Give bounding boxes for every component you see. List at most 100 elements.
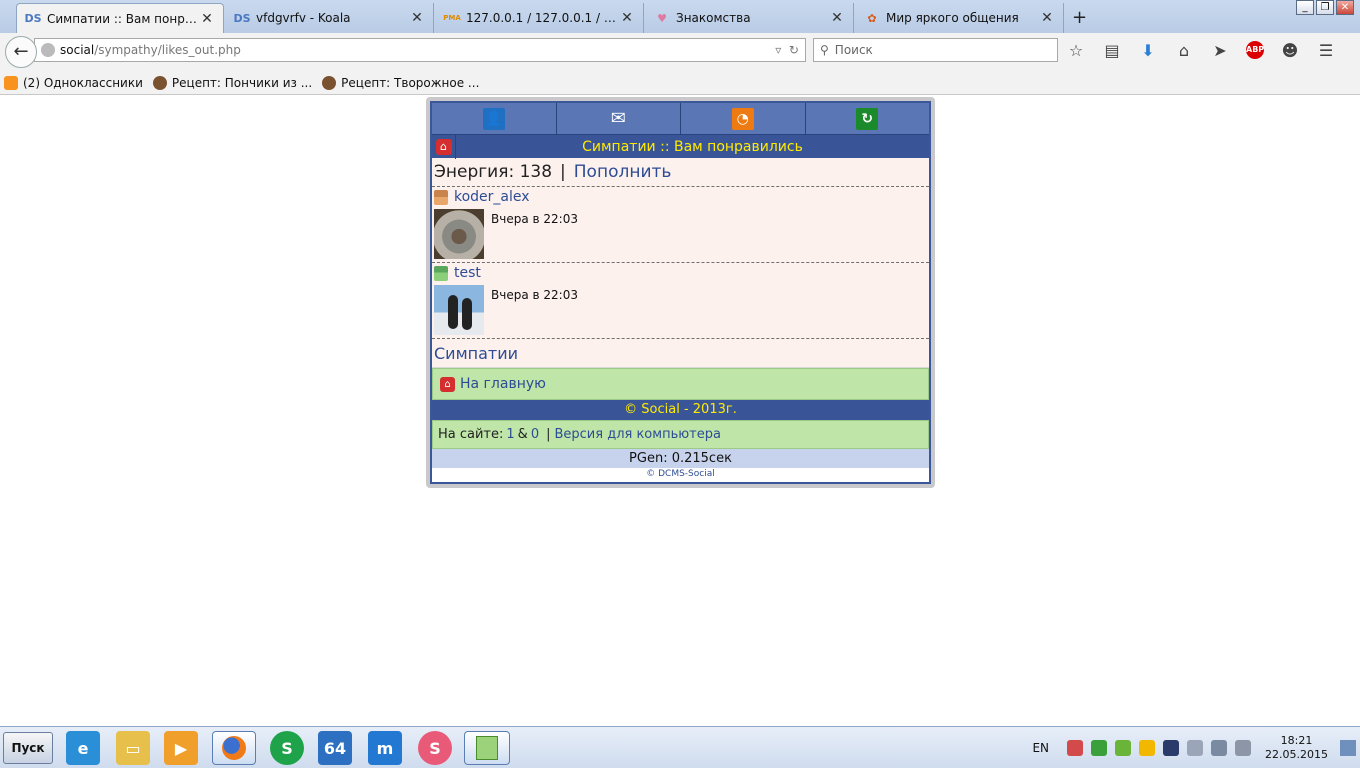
mail-icon: ✉ — [610, 108, 626, 129]
aida64-icon[interactable]: 64 — [318, 731, 352, 765]
bookmark-label: (2) Одноклассники — [23, 75, 143, 90]
energy-row: Энергия: 138 | Пополнить — [432, 158, 929, 187]
maxthon-icon[interactable]: m — [368, 731, 402, 765]
close-tab-icon[interactable]: ✕ — [619, 10, 635, 26]
browser-tab-bar: DS Симпатии :: Вам понравились ✕ DS vfdg… — [0, 0, 1360, 33]
copyright-bar: © Social - 2013г. — [432, 400, 929, 420]
update-icon[interactable] — [1139, 740, 1156, 756]
top-up-link[interactable]: Пополнить — [574, 162, 672, 182]
online-users-link[interactable]: 1 — [506, 427, 514, 442]
nvidia-icon[interactable] — [1115, 740, 1132, 756]
desktop-version-link[interactable]: Версия для компьютера — [554, 427, 720, 442]
start-label: Пуск — [11, 741, 45, 755]
tab-phpmyadmin[interactable]: PMA 127.0.0.1 / 127.0.0.1 / social... ✕ — [436, 3, 644, 33]
user-avatar[interactable] — [434, 285, 484, 335]
user-name-row: koder_alex — [434, 189, 530, 205]
close-tab-icon[interactable]: ✕ — [1039, 10, 1055, 26]
sympathy-link[interactable]: Симпатии — [434, 344, 518, 363]
page-frame: 👤 ✉ ◔ ↻ ⌂ Симпатии :: Вам понравились Эн… — [426, 97, 935, 488]
minimize-button[interactable]: _ — [1296, 0, 1314, 15]
pot-icon — [322, 75, 337, 90]
home-button[interactable]: ⌂ — [432, 134, 456, 159]
tab-title: Симпатии :: Вам понравились — [47, 11, 199, 26]
start-button[interactable]: Пуск — [3, 732, 53, 764]
nav-profile[interactable]: 👤 — [432, 103, 557, 134]
url-host: social — [60, 43, 95, 57]
flag-icon[interactable] — [1091, 740, 1108, 756]
tab-dating[interactable]: ♥ Знакомства ✕ — [646, 3, 854, 33]
energy-label: Энергия: 138 — [434, 162, 553, 182]
menu-icon[interactable]: ☰ — [1316, 41, 1336, 60]
engine-credit-link[interactable]: © DCMS-Social — [432, 468, 929, 480]
show-desktop-button[interactable] — [1340, 740, 1356, 756]
download-icon[interactable]: ⬇ — [1138, 41, 1158, 60]
notepad-plus-plus-icon[interactable] — [464, 731, 510, 765]
home-icon[interactable]: ⌂ — [1174, 41, 1194, 60]
user-entry: test Вчера в 22:03 — [432, 263, 929, 339]
window-controls: _ ❐ ✕ — [1296, 0, 1354, 15]
flower-favicon-icon: ✿ — [867, 11, 877, 25]
user-icon: 👤 — [482, 107, 505, 130]
clock[interactable]: 18:21 22.05.2015 — [1265, 734, 1328, 762]
close-window-button[interactable]: ✕ — [1336, 0, 1354, 15]
tab-bright-world[interactable]: ✿ Мир яркого общения ✕ — [856, 3, 1064, 33]
action-center-icon[interactable] — [1235, 740, 1252, 756]
nav-refresh[interactable]: ↻ — [805, 103, 929, 134]
media-player-icon[interactable]: ▶ — [164, 731, 198, 765]
close-tab-icon[interactable]: ✕ — [409, 10, 425, 26]
reload-icon[interactable]: ▿ ↻ — [775, 43, 799, 57]
bookmark-recipe-donuts[interactable]: Рецепт: Пончики из ... — [152, 75, 312, 90]
close-tab-icon[interactable]: ✕ — [829, 10, 845, 26]
heart-favicon-icon: ♥ — [657, 11, 667, 25]
app-s-icon[interactable]: S — [418, 731, 452, 765]
file-explorer-icon[interactable]: ▭ — [116, 731, 150, 765]
skype-style-s-icon[interactable]: S — [270, 731, 304, 765]
top-navigation: 👤 ✉ ◔ ↻ — [432, 103, 929, 134]
internet-explorer-icon[interactable]: e — [66, 731, 100, 765]
security-icon[interactable] — [1067, 740, 1084, 756]
sympathy-row: Симпатии — [432, 339, 929, 368]
globe-icon — [41, 43, 55, 57]
search-icon: ⚲ — [820, 43, 829, 57]
phpmyadmin-favicon-icon: PMA — [443, 14, 461, 22]
adblock-icon[interactable]: ABP — [1246, 41, 1264, 59]
pot-icon — [152, 75, 167, 90]
home-link[interactable]: На главную — [460, 376, 546, 392]
firefox-icon[interactable] — [212, 731, 256, 765]
restore-button[interactable]: ❐ — [1316, 0, 1334, 15]
online-row: На сайте: 1 & 0 | Версия для компьютера — [432, 420, 929, 449]
search-input[interactable]: ⚲ Поиск — [813, 38, 1058, 62]
nav-feed[interactable]: ◔ — [681, 103, 806, 134]
rss-icon: ◔ — [731, 107, 754, 130]
nav-mail[interactable]: ✉ — [556, 103, 681, 134]
bookmark-odnoklassniki[interactable]: (2) Одноклассники — [4, 75, 143, 90]
tab-sympathy[interactable]: DS Симпатии :: Вам понравились ✕ — [16, 3, 224, 33]
user-link[interactable]: koder_alex — [454, 189, 530, 205]
user-avatar[interactable] — [434, 209, 484, 259]
title-bar: ⌂ Симпатии :: Вам понравились — [432, 134, 929, 159]
new-tab-button[interactable]: + — [1072, 7, 1087, 28]
clock-time: 18:21 — [1280, 734, 1313, 747]
tab-koala[interactable]: DS vfdgvrfv - Koala ✕ — [226, 3, 434, 33]
bookmark-recipe-curd[interactable]: Рецепт: Творожное ... — [322, 75, 479, 90]
ds-favicon-icon: DS — [233, 11, 251, 25]
online-guests-link[interactable]: 0 — [531, 427, 539, 442]
bookmarks-bar: (2) Одноклассники Рецепт: Пончики из ...… — [0, 71, 1360, 95]
volume-icon[interactable] — [1187, 740, 1204, 756]
back-button[interactable]: ← — [5, 36, 37, 68]
like-time: Вчера в 22:03 — [491, 288, 578, 302]
chat-icon[interactable]: ☻ — [1280, 41, 1300, 60]
page-generation-time: PGen: 0.215сек — [432, 449, 929, 468]
url-bar[interactable]: social/sympathy/likes_out.php ▿ ↻ — [34, 38, 806, 62]
bookmark-star-icon[interactable]: ☆ — [1066, 41, 1086, 60]
clock-date: 22.05.2015 — [1265, 748, 1328, 761]
send-icon[interactable]: ➤ — [1210, 41, 1230, 60]
language-indicator[interactable]: EN — [1032, 741, 1049, 755]
online-label: На сайте: — [438, 427, 504, 442]
reading-list-icon[interactable]: ▤ — [1102, 41, 1122, 60]
network-icon[interactable] — [1211, 740, 1228, 756]
close-tab-icon[interactable]: ✕ — [199, 11, 215, 27]
wifi-icon[interactable] — [1163, 740, 1180, 756]
online-amp: & — [517, 427, 528, 442]
user-link[interactable]: test — [454, 265, 481, 281]
